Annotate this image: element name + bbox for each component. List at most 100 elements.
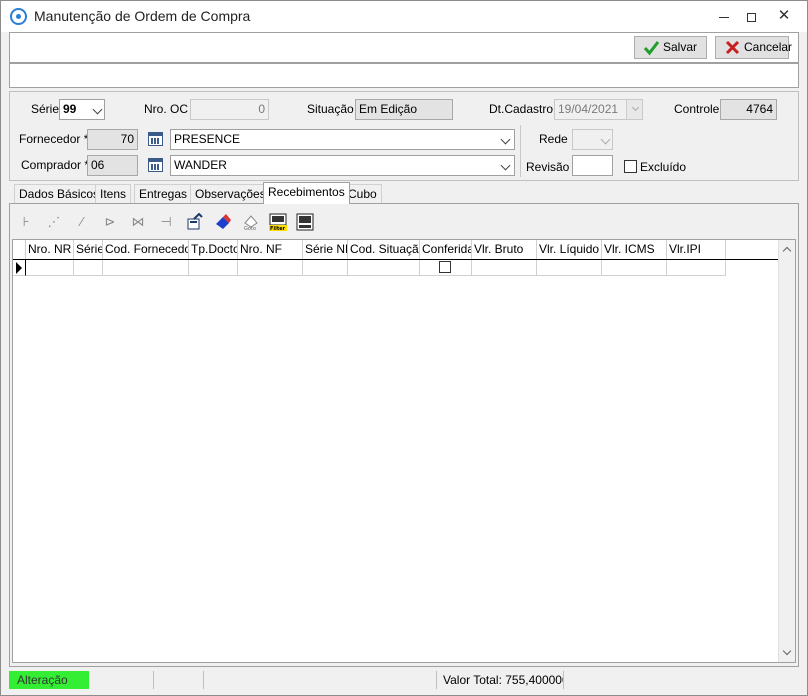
prior-record-icon[interactable]: ⁄ [73,213,91,231]
mode-status: Alteração [9,671,89,689]
scroll-up-icon[interactable] [782,246,792,256]
table-cell[interactable] [26,260,74,276]
status-divider [153,671,154,689]
comprador-code-field[interactable]: 06 [87,155,138,176]
col-vlr-liquido[interactable]: Vlr. Líquido [537,240,602,259]
col-vlr-icms[interactable]: Vlr. ICMS [602,240,667,259]
save-button[interactable]: Salvar [634,36,707,59]
tab-entregas[interactable]: Entregas [134,184,193,203]
table-cell[interactable] [189,260,238,276]
table-cell[interactable] [348,260,420,276]
dt-cadastro-label: Dt.Cadastro [489,102,554,116]
chevron-down-icon [600,134,611,145]
next-record-icon[interactable]: ⊳ [101,213,119,231]
comprador-select[interactable]: WANDER [170,155,515,176]
col-conferida[interactable]: Conferida [420,240,472,259]
action-toolbar: Salvar Cancelar [9,32,799,63]
status-divider [436,671,437,689]
grid-header-indicator [13,240,26,259]
situacao-label: Situação [307,102,354,116]
window-title: Manutenção de Ordem de Compra [34,8,251,24]
table-cell[interactable] [103,260,189,276]
fornecedor-code-field[interactable]: 70 [87,129,138,150]
cancel-label: Cancelar [744,40,793,54]
message-bar [9,63,799,88]
chevron-down-icon [500,160,511,171]
col-vlr-ipi[interactable]: Vlr.IPI [667,240,726,259]
first-record-icon[interactable]: ⊦ [17,213,35,231]
scroll-down-icon[interactable] [782,646,792,656]
svg-text:Goto: Goto [244,226,256,231]
export-graphic [187,212,203,230]
tab-observacoes[interactable]: Observações [190,184,271,203]
cancel-button[interactable]: Cancelar [715,36,793,59]
col-serie-nf[interactable]: Série NF [303,240,348,259]
col-nro-nr[interactable]: Nro. NR [26,240,74,259]
fornecedor-lookup-icon[interactable] [148,132,163,146]
cancel-x-icon [725,40,740,55]
recebimentos-grid[interactable]: Nro. NR Série Cod. Fornecedor Tp.Docto N… [12,239,796,663]
col-serie[interactable]: Série [74,240,103,259]
comprador-label: Comprador * [21,158,90,172]
excluido-label: Excluído [640,160,687,174]
chevron-down-icon [92,104,103,115]
nro-oc-field[interactable]: 0 [190,99,269,120]
export-icon[interactable] [186,212,204,231]
table-cell[interactable] [303,260,348,276]
rede-select[interactable] [572,129,613,150]
table-cell[interactable] [537,260,602,276]
dt-cadastro-field[interactable]: 19/04/2021 [554,99,643,120]
svg-text:Filter: Filter [270,226,286,231]
col-tp-docto[interactable]: Tp.Docto [189,240,238,259]
close-icon: ✕ [777,7,791,24]
goto-graphic: Goto [244,215,258,232]
situacao-field: Em Edição [355,99,453,120]
table-cell[interactable] [472,260,537,276]
conferida-cell[interactable] [420,260,472,276]
goto-icon[interactable]: Goto [242,213,260,232]
revisao-field[interactable] [572,155,613,176]
window: Manutenção de Ordem de Compra ✕ Salvar C… [0,0,808,696]
eraser-icon[interactable] [214,213,232,231]
rede-label: Rede [539,132,568,146]
minimize-icon [719,16,729,18]
revisao-label: Revisão [526,160,570,174]
check-icon [643,41,660,56]
form-divider [520,125,521,177]
tab-itens[interactable]: Itens [95,184,132,203]
filter-graphic: Filter [269,213,287,232]
tab-recebimentos[interactable]: Recebimentos [263,182,350,204]
nro-oc-label: Nro. OC [144,102,189,116]
fornecedor-label: Fornecedor * [19,132,89,146]
col-cod-fornecedor[interactable]: Cod. Fornecedor [103,240,189,259]
vertical-scrollbar[interactable] [778,240,795,662]
col-cod-situacao[interactable]: Cod. Situação [348,240,420,259]
print-graphic [296,213,314,231]
current-row-icon [16,262,22,274]
calendar-dropdown-icon [626,100,642,119]
tab-dados-basicos[interactable]: Dados Básicos [14,184,105,203]
eraser-graphic [216,214,231,229]
filter-icon[interactable]: Filter [269,213,287,232]
app-icon [10,8,27,25]
print-icon[interactable] [296,213,314,231]
excluido-checkbox[interactable] [624,160,637,173]
serie-select[interactable]: 99 [59,99,105,120]
next-page-icon[interactable]: ⋈ [129,213,147,231]
col-vlr-bruto[interactable]: Vlr. Bruto [472,240,537,259]
col-nro-nf[interactable]: Nro. NF [238,240,303,259]
conferida-checkbox[interactable] [439,261,451,273]
comprador-lookup-icon[interactable] [148,158,163,172]
table-cell[interactable] [602,260,667,276]
prior-page-icon[interactable]: ⋰ [45,213,63,231]
close-button[interactable]: ✕ [763,1,805,31]
last-record-icon[interactable]: ⊣ [157,213,175,231]
table-cell[interactable] [238,260,303,276]
title-bar: Manutenção de Ordem de Compra ✕ [1,1,807,32]
table-cell[interactable] [667,260,726,276]
fornecedor-select[interactable]: PRESENCE [170,129,515,150]
table-cell[interactable] [74,260,103,276]
controle-field: 4764 [720,99,777,120]
row-indicator[interactable] [13,260,26,276]
chevron-down-icon [500,134,511,145]
